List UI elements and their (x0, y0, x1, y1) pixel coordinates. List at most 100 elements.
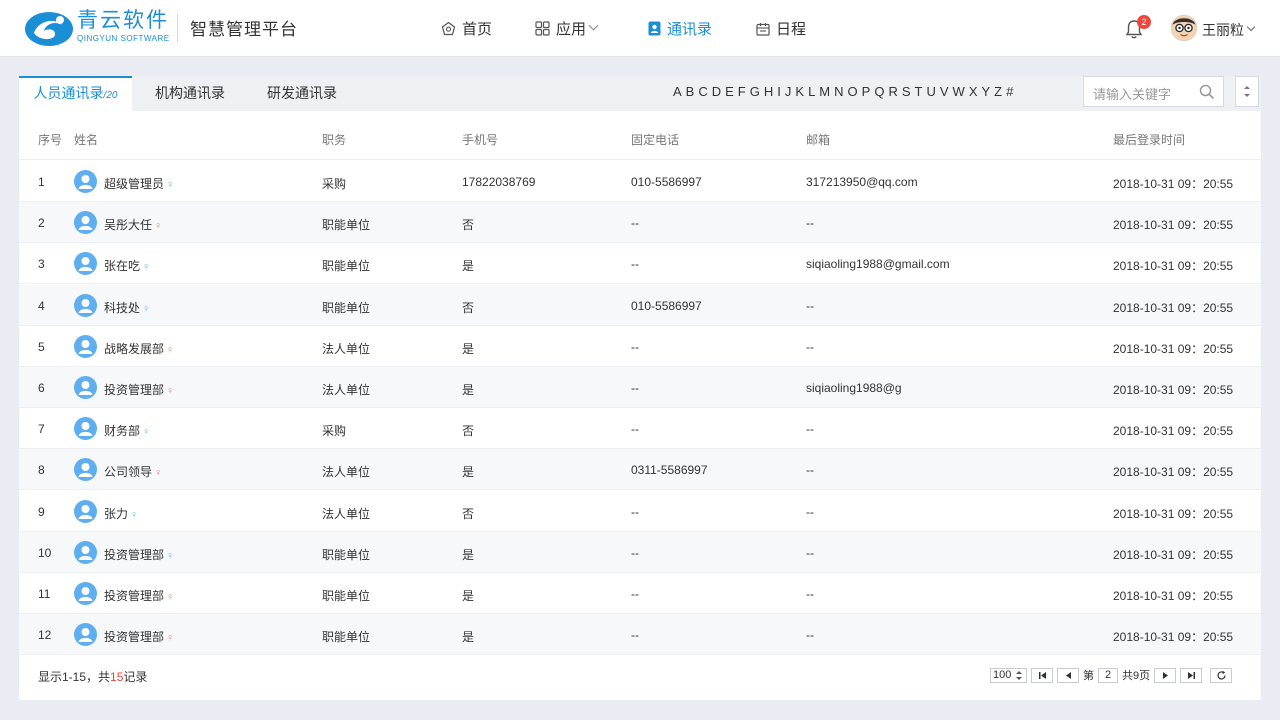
cell-last-login: 2018-10-31 09：20:55 (1113, 259, 1234, 274)
nav-calendar[interactable]: 日程 (756, 0, 806, 57)
alpha-letter[interactable]: C (698, 84, 707, 99)
alpha-letter[interactable]: Y (981, 84, 990, 99)
cell-name[interactable]: 公司领导 ♀ (104, 463, 162, 480)
last-page-button[interactable] (1180, 667, 1203, 683)
table-row[interactable]: 3 张在吃 ♀ 职能单位 是 -- siqiaoling1988@gmail.com 2018… (19, 243, 1261, 285)
table-row[interactable]: 2 吴彤大任 ♀ 职能单位 否 -- -- 2018-10-31 09：20:55 (19, 202, 1261, 244)
nav-calendar-label: 日程 (776, 21, 807, 38)
cell-name[interactable]: 投资管理部 ♀ (104, 381, 174, 398)
nav-contacts[interactable]: 通讯录 (648, 0, 712, 57)
cell-last-login: 2018-10-31 09：20:55 (1113, 218, 1234, 233)
refresh-icon (1217, 670, 1226, 679)
header-divider (177, 14, 178, 42)
cell-mobile: 是 (462, 383, 475, 397)
alpha-letter[interactable]: T (915, 84, 923, 99)
table-row[interactable]: 5 战略发展部 ♀ 法人单位 是 -- -- 2018-10-31 09：20:55 (19, 326, 1261, 367)
cell-last-login: 2018-10-31 09：20:55 (1113, 630, 1234, 645)
table-row[interactable]: 4 科技处 ♀ 职能单位 否 010-5586997 -- 2018-10-31 09：20:… (19, 284, 1261, 326)
cell-name[interactable]: 投资管理部 ♀ (104, 587, 174, 604)
alpha-letter[interactable]: V (940, 84, 949, 99)
table-row[interactable]: 9 张力 ♀ 法人单位 否 -- -- 2018-10-31 09：20:55 (19, 491, 1261, 532)
alpha-letter[interactable]: R (888, 84, 897, 99)
search-placeholder: 请输入关键字 (1093, 87, 1172, 102)
alpha-letter[interactable]: E (725, 84, 734, 99)
alpha-letter[interactable]: H (764, 84, 773, 99)
table-row[interactable]: 10 投资管理部 ♀ 职能单位 是 -- -- 2018-10-31 09：20:55 (19, 531, 1261, 573)
alpha-letter[interactable]: K (795, 84, 804, 99)
cell-email: siqiaoling1988@gmail.com (806, 257, 950, 272)
table-header: 序号 姓名 职务 手机号 固定电话 邮箱 最后登录时间 (19, 117, 1261, 160)
nav-apps[interactable]: 应用 (535, 0, 599, 57)
alpha-letter[interactable]: X (969, 84, 978, 99)
cell-name[interactable]: 张力 ♀ (104, 505, 138, 522)
alpha-letter[interactable]: I (777, 84, 781, 99)
cell-name[interactable]: 战略发展部 ♀ (104, 340, 174, 357)
alpha-letter[interactable]: A (673, 84, 682, 99)
cell-email: -- (806, 545, 814, 560)
table-row[interactable]: 6 投资管理部 ♀ 法人单位 是 -- siqiaoling1988@g 2018-10-31… (19, 367, 1261, 408)
alpha-letter[interactable]: # (1006, 84, 1013, 99)
alpha-letter[interactable]: Z (994, 84, 1002, 99)
cell-phone: -- (631, 628, 639, 643)
alpha-letter[interactable]: D (712, 84, 721, 99)
nav-home[interactable]: 首页 (441, 0, 492, 57)
alpha-letter[interactable]: U (926, 84, 935, 99)
prev-page-button[interactable] (1057, 667, 1079, 683)
search-icon[interactable] (1199, 84, 1215, 100)
person-icon (78, 422, 93, 437)
cell-name[interactable]: 吴彤大任 ♀ (104, 216, 162, 233)
search-input[interactable]: 请输入关键字 (1083, 76, 1224, 107)
alpha-letter[interactable]: M (819, 84, 830, 99)
sort-button[interactable] (1235, 76, 1259, 107)
alpha-letter[interactable]: P (862, 84, 871, 99)
refresh-button[interactable] (1210, 667, 1233, 683)
cell-name[interactable]: 投资管理部 ♀ (104, 546, 174, 563)
tab-org-contacts[interactable]: 机构通讯录 (155, 76, 225, 111)
alpha-letter[interactable]: B (686, 84, 695, 99)
cell-last-login: 2018-10-31 09：20:55 (1113, 383, 1234, 397)
alpha-letter[interactable]: O (848, 84, 858, 99)
page-size-select[interactable]: 100 (990, 667, 1027, 683)
contact-name: 财务部 (104, 424, 141, 439)
table-row[interactable]: 1 超级管理员 ♀ 采购 17822038769 010-5586997 317213950… (19, 161, 1261, 202)
cell-name[interactable]: 超级管理员 ♀ (104, 175, 174, 192)
cell-email: -- (806, 298, 814, 313)
user-avatar[interactable] (1170, 14, 1198, 42)
user-name[interactable]: 王丽粒 (1202, 20, 1244, 40)
page-number-input[interactable]: 2 (1098, 667, 1118, 683)
table-row[interactable]: 8 公司领导 ♀ 法人单位 是 0311-5586997 -- 2018-10-31 09：2… (19, 449, 1261, 491)
tab-personnel-contacts[interactable]: 人员通讯录/20 (19, 76, 132, 111)
cell-name[interactable]: 张在吃 ♀ (104, 257, 150, 274)
next-page-button[interactable] (1154, 667, 1177, 683)
cell-name[interactable]: 财务部 ♀ (104, 422, 150, 439)
chevron-down-icon[interactable] (1246, 22, 1256, 32)
tab-bar: 人员通讯录/20 机构通讯录 研发通讯录 ABCDEFGHIJKLMNOPQRS… (19, 76, 1261, 111)
alpha-letter[interactable]: L (808, 84, 815, 99)
cell-email: -- (806, 504, 814, 519)
home-icon (441, 21, 456, 36)
alpha-letter[interactable]: W (953, 84, 965, 99)
contact-name: 公司领导 (104, 465, 153, 480)
avatar (74, 540, 97, 564)
alpha-letter[interactable]: Q (874, 84, 884, 99)
notification-badge: 2 (1137, 15, 1151, 29)
table-row[interactable]: 11 投资管理部 ♀ 职能单位 是 -- -- 2018-10-31 09：20:55 (19, 573, 1261, 614)
cell-mobile: 17822038769 (462, 175, 536, 189)
alpha-letter[interactable]: J (785, 84, 792, 99)
table-row[interactable]: 7 财务部 ♀ 采购 否 -- -- 2018-10-31 09：20:55 (19, 408, 1261, 450)
table-row[interactable]: 12 投资管理部 ♀ 职能单位 是 -- -- 2018-10-31 09：20:55 (19, 614, 1261, 656)
cell-name[interactable]: 科技处 ♀ (104, 299, 150, 316)
cell-name[interactable]: 投资管理部 ♀ (104, 628, 174, 645)
first-page-button[interactable] (1031, 667, 1053, 683)
th-phone: 固定电话 (631, 133, 680, 147)
cell-last-login: 2018-10-31 09：20:55 (1113, 424, 1234, 439)
alpha-letter[interactable]: F (738, 84, 746, 99)
cell-phone: 010-5586997 (631, 175, 702, 189)
alpha-letter[interactable]: S (902, 84, 911, 99)
alpha-letter[interactable]: G (750, 84, 760, 99)
avatar (74, 458, 97, 482)
tab-rd-contacts[interactable]: 研发通讯录 (267, 76, 337, 111)
cell-last-login: 2018-10-31 09：20:55 (1113, 589, 1234, 603)
logo-en: QINGYUN SOFTWARE (77, 34, 170, 43)
alpha-letter[interactable]: N (834, 84, 843, 99)
